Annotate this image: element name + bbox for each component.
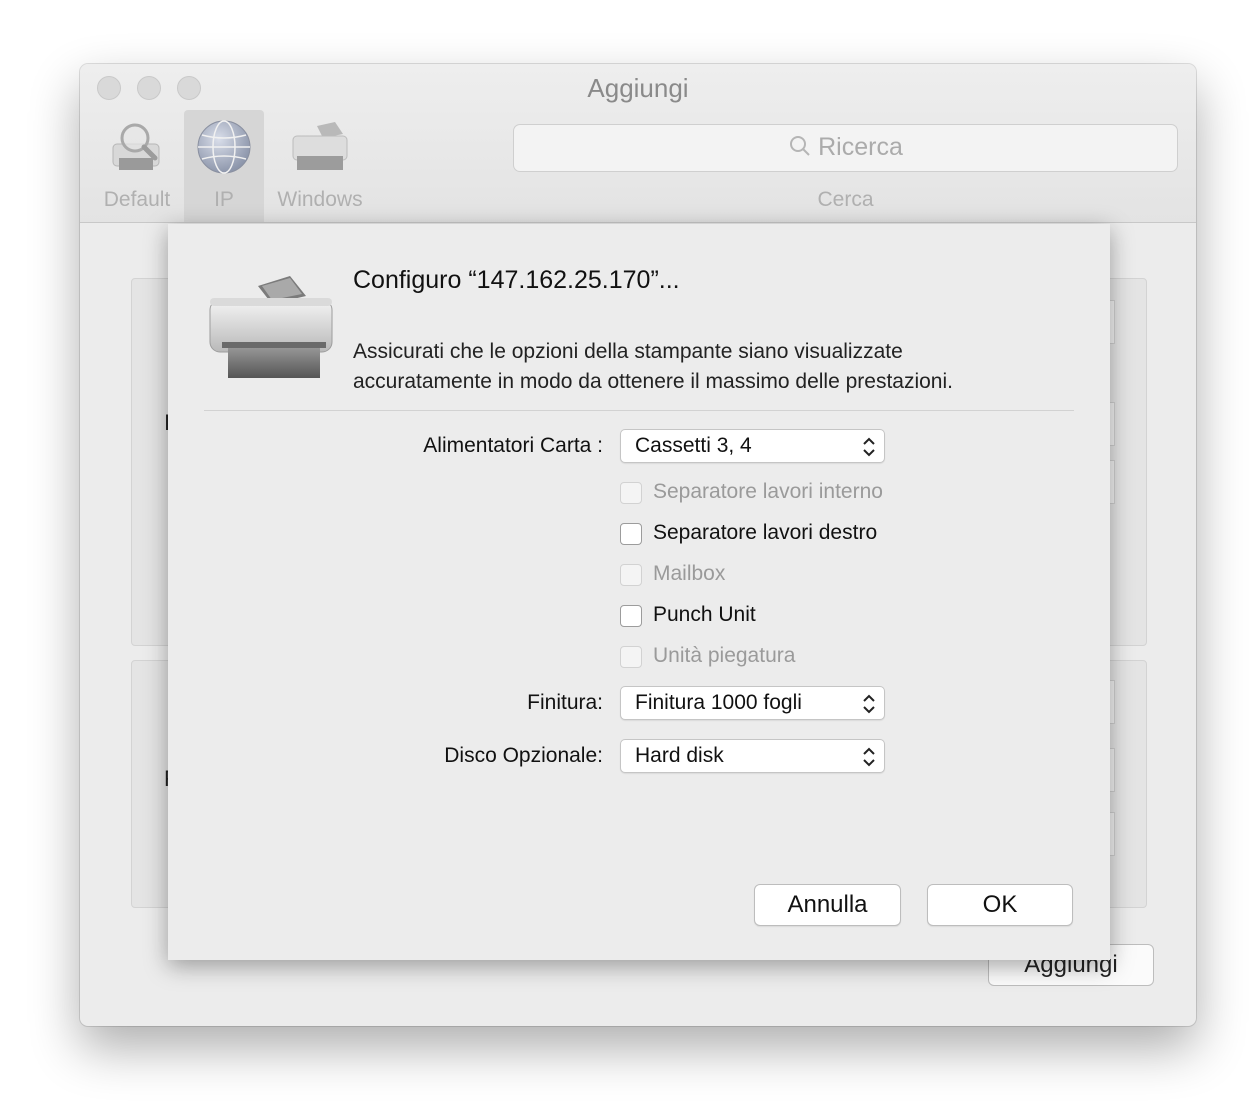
checkbox[interactable] xyxy=(620,564,642,586)
checkbox[interactable] xyxy=(620,605,642,627)
search-placeholder: Ricerca xyxy=(818,133,903,161)
checkbox-label: Unità piegatura xyxy=(653,644,796,667)
background-field-edge xyxy=(1110,402,1115,446)
search-label: Cerca xyxy=(817,188,874,211)
sheet-description: Assicurati che le opzioni della stampant… xyxy=(353,337,1073,397)
checkbox-label: Separatore lavori destro xyxy=(653,521,878,544)
optional-disk-popup[interactable]: Hard disk xyxy=(620,739,885,773)
optional-disk-label: Disco Opzionale: xyxy=(444,744,603,767)
finisher-popup[interactable]: Finitura 1000 fogli xyxy=(620,686,885,720)
checkbox-label: Punch Unit xyxy=(653,603,756,626)
paper-trays-popup[interactable]: Cassetti 3, 4 xyxy=(620,429,885,463)
paper-trays-label: Alimentatori Carta : xyxy=(423,434,603,457)
description-line: Assicurati che le opzioni della stampant… xyxy=(353,340,903,363)
search-icon xyxy=(788,134,812,165)
titlebar-toolbar: Aggiungi Default IP Windows Ricerca Cerc… xyxy=(80,64,1196,223)
toolbar-ip-label: IP xyxy=(214,188,234,211)
configure-printer-sheet: Configuro “147.162.25.170”... Assicurati… xyxy=(168,224,1110,960)
toolbar-windows[interactable]: Windows xyxy=(270,110,370,222)
checkbox-label: Separatore lavori interno xyxy=(653,480,883,503)
sheet-heading: Configuro “147.162.25.170”... xyxy=(353,266,680,294)
windows-printer-icon xyxy=(287,116,353,183)
description-line: accuratamente in modo da ottenere il mas… xyxy=(353,370,953,393)
background-field-edge xyxy=(1110,680,1115,724)
divider xyxy=(204,410,1074,411)
window-title: Aggiungi xyxy=(587,73,689,103)
finisher-label: Finitura: xyxy=(527,691,603,714)
chevron-updown-icon xyxy=(861,746,877,773)
background-field-edge xyxy=(1110,460,1115,504)
cancel-button[interactable]: Annulla xyxy=(754,884,901,926)
paper-trays-value: Cassetti 3, 4 xyxy=(635,434,752,457)
checkbox[interactable] xyxy=(620,523,642,545)
default-printer-search-icon xyxy=(105,116,169,185)
globe-icon xyxy=(193,116,255,183)
checkbox[interactable] xyxy=(620,646,642,668)
background-field-edge xyxy=(1110,748,1115,792)
printer-icon xyxy=(206,272,336,387)
checkbox-label: Mailbox xyxy=(653,562,726,585)
checkbox[interactable] xyxy=(620,482,642,504)
chevron-updown-icon xyxy=(861,693,877,720)
search-field[interactable]: Ricerca xyxy=(513,124,1178,172)
background-field-edge xyxy=(1110,300,1115,344)
toolbar-default[interactable]: Default xyxy=(94,110,180,222)
toolbar-windows-label: Windows xyxy=(277,188,363,211)
background-field-edge xyxy=(1110,812,1115,856)
toolbar-ip[interactable]: IP xyxy=(184,110,264,222)
ok-button[interactable]: OK xyxy=(927,884,1073,926)
optional-disk-value: Hard disk xyxy=(635,744,724,767)
chevron-updown-icon xyxy=(861,436,877,463)
finisher-value: Finitura 1000 fogli xyxy=(635,691,802,714)
toolbar-default-label: Default xyxy=(103,188,171,211)
